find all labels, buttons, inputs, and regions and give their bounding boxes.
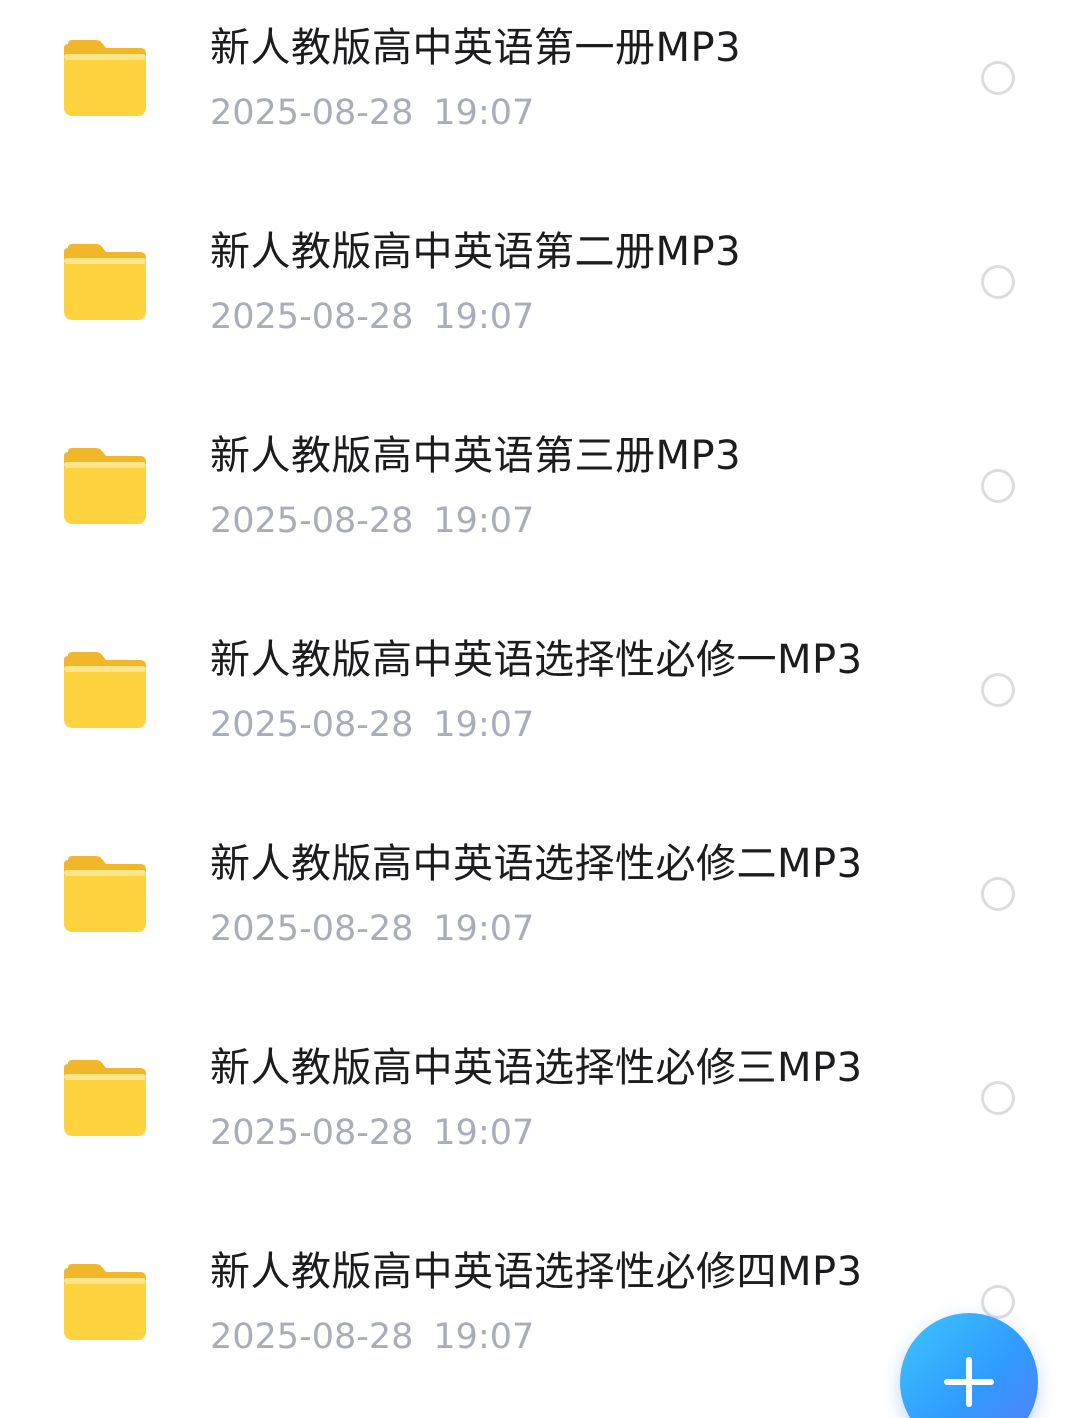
file-date: 2025-08-28 bbox=[210, 93, 414, 133]
file-timestamp: 2025-08-28 19:07 bbox=[210, 906, 534, 952]
file-row-folder[interactable]: 新人教版高中英语第一册MP3 2025-08-28 19:07 bbox=[0, 0, 1080, 204]
file-time: 19:07 bbox=[433, 909, 535, 949]
file-name: 新人教版高中英语选择性必修四MP3 bbox=[210, 1249, 863, 1295]
file-row-folder[interactable]: 新人教版高中英语选择性必修一MP3 2025-08-28 19:07 bbox=[0, 612, 1080, 816]
folder-icon bbox=[64, 856, 146, 932]
file-time: 19:07 bbox=[433, 1113, 535, 1153]
select-radio[interactable] bbox=[981, 265, 1015, 299]
folder-icon bbox=[64, 448, 146, 524]
file-time: 19:07 bbox=[433, 297, 535, 337]
file-timestamp: 2025-08-28 19:07 bbox=[210, 1314, 534, 1360]
select-radio[interactable] bbox=[981, 1285, 1015, 1319]
file-name: 新人教版高中英语选择性必修三MP3 bbox=[210, 1045, 863, 1091]
file-list: 新人教版高中英语第一册MP3 2025-08-28 19:07 新人教版高中英语第… bbox=[0, 0, 1080, 1418]
folder-icon bbox=[64, 1264, 146, 1340]
file-time: 19:07 bbox=[433, 93, 535, 133]
select-radio[interactable] bbox=[981, 877, 1015, 911]
file-name: 新人教版高中英语选择性必修一MP3 bbox=[210, 637, 863, 683]
file-timestamp: 2025-08-28 19:07 bbox=[210, 294, 534, 340]
file-row-folder[interactable]: 新人教版高中英语第二册MP3 2025-08-28 19:07 bbox=[0, 204, 1080, 408]
file-date: 2025-08-28 bbox=[210, 501, 414, 541]
folder-icon bbox=[64, 244, 146, 320]
select-radio[interactable] bbox=[981, 1081, 1015, 1115]
file-date: 2025-08-28 bbox=[210, 909, 414, 949]
file-timestamp: 2025-08-28 19:07 bbox=[210, 90, 534, 136]
file-row-folder[interactable]: 新人教版高中英语选择性必修三MP3 2025-08-28 19:07 bbox=[0, 1020, 1080, 1224]
file-date: 2025-08-28 bbox=[210, 1113, 414, 1153]
folder-icon bbox=[64, 1060, 146, 1136]
file-name: 新人教版高中英语第一册MP3 bbox=[210, 25, 742, 71]
plus-icon bbox=[944, 1357, 994, 1407]
select-radio[interactable] bbox=[981, 61, 1015, 95]
file-timestamp: 2025-08-28 19:07 bbox=[210, 702, 534, 748]
file-time: 19:07 bbox=[433, 501, 535, 541]
file-date: 2025-08-28 bbox=[210, 1317, 414, 1357]
file-timestamp: 2025-08-28 19:07 bbox=[210, 1110, 534, 1156]
file-time: 19:07 bbox=[433, 1317, 535, 1357]
file-name: 新人教版高中英语第三册MP3 bbox=[210, 433, 742, 479]
file-timestamp: 2025-08-28 19:07 bbox=[210, 498, 534, 544]
folder-icon bbox=[64, 40, 146, 116]
select-radio[interactable] bbox=[981, 469, 1015, 503]
select-radio[interactable] bbox=[981, 673, 1015, 707]
folder-icon bbox=[64, 652, 146, 728]
file-row-folder[interactable]: 新人教版高中英语第三册MP3 2025-08-28 19:07 bbox=[0, 408, 1080, 612]
file-date: 2025-08-28 bbox=[210, 705, 414, 745]
file-name: 新人教版高中英语选择性必修二MP3 bbox=[210, 841, 863, 887]
file-time: 19:07 bbox=[433, 705, 535, 745]
file-row-folder[interactable]: 新人教版高中英语选择性必修二MP3 2025-08-28 19:07 bbox=[0, 816, 1080, 1020]
file-date: 2025-08-28 bbox=[210, 297, 414, 337]
file-name: 新人教版高中英语第二册MP3 bbox=[210, 229, 742, 275]
